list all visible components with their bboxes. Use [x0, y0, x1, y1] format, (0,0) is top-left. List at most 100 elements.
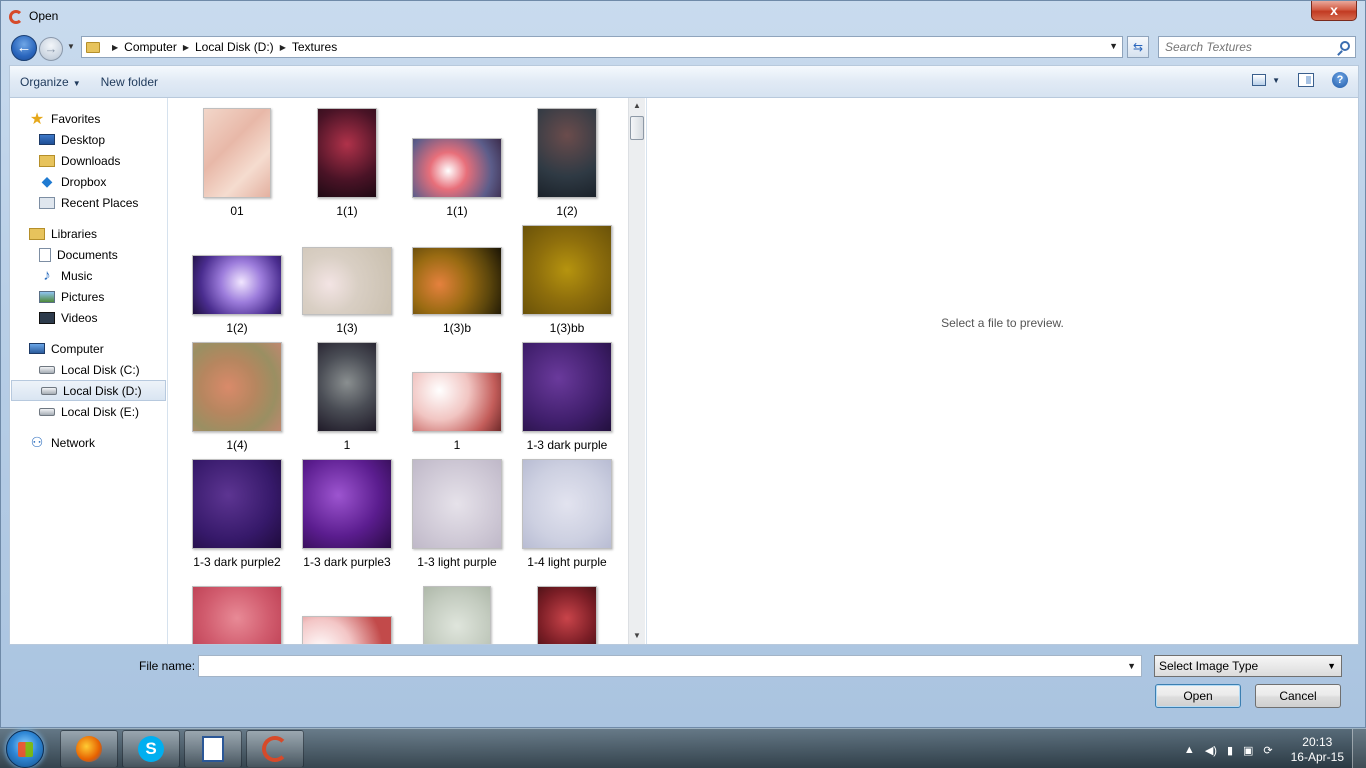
thumbnail-frame	[402, 449, 512, 549]
close-button[interactable]: x	[1311, 1, 1357, 21]
file-item[interactable]: 1(1)	[292, 98, 402, 218]
file-item[interactable]: 1-4 light purple	[512, 449, 622, 569]
forward-button[interactable]: →	[39, 37, 63, 61]
dropbox-icon: ◆	[41, 173, 53, 189]
chevron-right-icon[interactable]: ▶	[112, 43, 118, 52]
file-item[interactable]: 1(3)bb	[512, 215, 622, 335]
view-options-chevron-icon[interactable]: ▼	[1272, 76, 1280, 85]
file-item[interactable]: 1	[292, 332, 402, 452]
refresh-button[interactable]: ⇆	[1127, 36, 1149, 58]
thumbnail-frame	[292, 449, 402, 549]
file-item[interactable]: 01	[182, 98, 292, 218]
music-note-icon: ♪	[43, 267, 51, 284]
open-button[interactable]: Open	[1155, 684, 1241, 708]
sidebar-item-dropbox[interactable]: ◆ Dropbox	[10, 171, 167, 192]
volume-icon[interactable]: ◀)	[1205, 744, 1217, 757]
sidebar-item-network[interactable]: ⚇ Network	[10, 432, 167, 453]
scroll-thumb[interactable]	[630, 116, 644, 140]
file-item[interactable]: 1(1)	[402, 98, 512, 218]
clock[interactable]: 20:13 16-Apr-15	[1291, 735, 1344, 765]
sync-icon[interactable]: ⟳	[1263, 744, 1272, 757]
recent-pages-dropdown[interactable]: ▼	[67, 42, 75, 51]
address-dropdown-icon[interactable]: ▼	[1109, 41, 1118, 51]
show-desktop-button[interactable]	[1352, 729, 1366, 768]
thumbnail-frame	[512, 98, 622, 198]
file-item[interactable]: 1-3 dark purple3	[292, 449, 402, 569]
breadcrumb-computer[interactable]: Computer	[124, 40, 177, 54]
file-item[interactable]	[512, 566, 622, 644]
sidebar-item-local-disk-c[interactable]: Local Disk (C:)	[10, 359, 167, 380]
network-tray-icon[interactable]: ▣	[1243, 744, 1253, 757]
show-hidden-icons-icon[interactable]: ▲	[1184, 744, 1195, 756]
drive-icon	[39, 365, 55, 374]
taskbar-firefox[interactable]	[60, 730, 118, 768]
organize-button[interactable]: Organize ▼	[10, 75, 91, 89]
sidebar-item-libraries[interactable]: Libraries	[10, 223, 167, 244]
content-area: ★ Favorites Desktop Downloads ◆ Dropbox Re…	[9, 97, 1359, 645]
sidebar-item-videos[interactable]: Videos	[10, 307, 167, 328]
file-item[interactable]	[182, 566, 292, 644]
sidebar-item-favorites[interactable]: ★ Favorites	[10, 108, 167, 129]
search-input[interactable]	[1165, 40, 1335, 54]
file-name-combo[interactable]: ▼	[198, 655, 1142, 677]
cancel-button[interactable]: Cancel	[1255, 684, 1341, 708]
thumbnail-frame	[512, 449, 622, 549]
folder-icon	[86, 41, 100, 53]
thumbnail-frame	[402, 332, 512, 432]
chevron-right-icon[interactable]: ▶	[183, 43, 189, 52]
taskbar-image-app[interactable]	[246, 730, 304, 768]
chevron-right-icon[interactable]: ▶	[280, 43, 286, 52]
file-item[interactable]: 1(3)b	[402, 215, 512, 335]
sidebar-item-music[interactable]: ♪ Music	[10, 265, 167, 286]
file-item[interactable]: 1(4)	[182, 332, 292, 452]
organize-label: Organize	[20, 74, 69, 89]
file-type-selected: Select Image Type	[1159, 659, 1259, 673]
file-item[interactable]: 1(2)	[512, 98, 622, 218]
change-view-icon[interactable]	[1252, 74, 1267, 86]
sidebar-item-downloads[interactable]: Downloads	[10, 150, 167, 171]
sidebar-item-documents[interactable]: Documents	[10, 244, 167, 265]
favorites-group: ★ Favorites Desktop Downloads ◆ Dropbox Re…	[10, 108, 167, 213]
sidebar-item-label: Downloads	[61, 153, 121, 168]
scroll-down-arrow-icon[interactable]: ▼	[629, 628, 645, 644]
sidebar-item-pictures[interactable]: Pictures	[10, 286, 167, 307]
usb-device-icon[interactable]: ▮	[1227, 744, 1233, 757]
breadcrumb-textures[interactable]: Textures	[292, 40, 337, 54]
new-folder-button[interactable]: New folder	[91, 75, 168, 89]
file-item[interactable]: 1(3)	[292, 215, 402, 335]
file-item[interactable]: 1-3 dark purple2	[182, 449, 292, 569]
file-item[interactable]: 1(2)	[182, 215, 292, 335]
file-item[interactable]: 1-3 dark purple	[512, 332, 622, 452]
file-item[interactable]	[292, 566, 402, 644]
taskbar-document[interactable]	[184, 730, 242, 768]
thumbnail-frame	[182, 332, 292, 432]
sidebar-item-local-disk-e[interactable]: Local Disk (E:)	[10, 401, 167, 422]
breadcrumb-local-disk-d[interactable]: Local Disk (D:)	[195, 40, 274, 54]
sidebar-item-local-disk-d[interactable]: Local Disk (D:)	[11, 380, 166, 401]
taskbar-skype[interactable]: S	[122, 730, 180, 768]
back-button[interactable]: ←	[11, 35, 37, 61]
sidebar-item-label: Recent Places	[61, 195, 139, 210]
sidebar-item-computer[interactable]: Computer	[10, 338, 167, 359]
start-button[interactable]	[6, 730, 44, 768]
sidebar-item-label: Network	[51, 435, 96, 450]
search-icon[interactable]	[1340, 41, 1350, 51]
file-item[interactable]: 1	[402, 332, 512, 452]
address-bar[interactable]: ▶ Computer ▶ Local Disk (D:) ▶ Textures …	[81, 36, 1123, 58]
sidebar-item-recent-places[interactable]: Recent Places	[10, 192, 167, 213]
preview-pane-icon[interactable]	[1298, 73, 1314, 87]
navigation-pane: ★ Favorites Desktop Downloads ◆ Dropbox Re…	[10, 98, 168, 644]
file-thumbnail	[522, 342, 612, 432]
sidebar-item-desktop[interactable]: Desktop	[10, 129, 167, 150]
chevron-down-icon[interactable]: ▼	[1127, 661, 1136, 671]
scroll-up-arrow-icon[interactable]: ▲	[629, 98, 645, 114]
file-item[interactable]: 1-3 light purple	[402, 449, 512, 569]
window-title: Open	[29, 9, 59, 23]
vertical-scrollbar[interactable]: ▲ ▼	[628, 98, 645, 644]
address-row: ← → ▼ ▶ Computer ▶ Local Disk (D:) ▶ Tex…	[1, 32, 1365, 62]
file-type-select[interactable]: Select Image Type ▼	[1154, 655, 1342, 677]
search-box[interactable]	[1158, 36, 1356, 58]
file-name-input[interactable]	[199, 656, 1119, 676]
help-icon[interactable]: ?	[1332, 72, 1348, 88]
file-item[interactable]	[402, 566, 512, 644]
